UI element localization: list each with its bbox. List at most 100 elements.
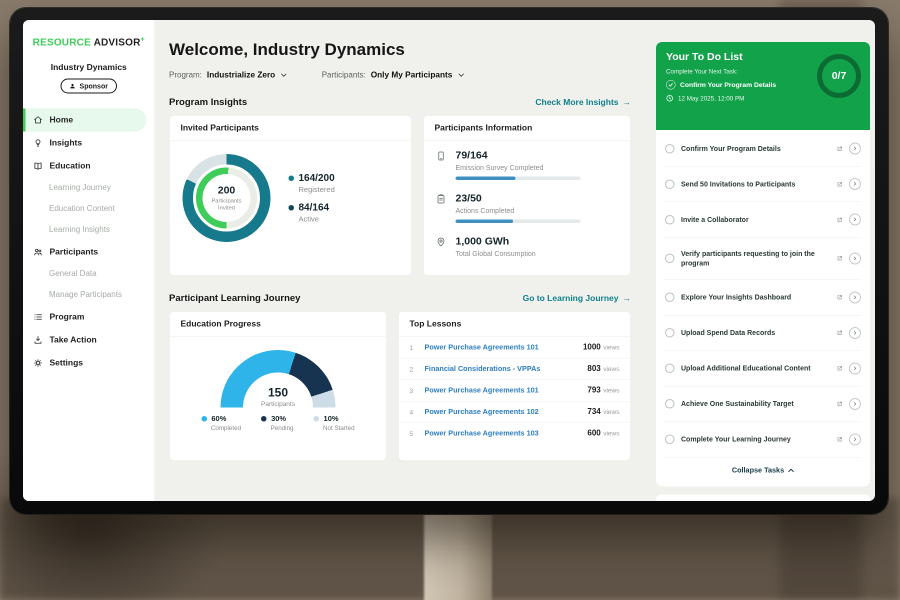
active-value: 84/164 bbox=[299, 202, 330, 214]
org-name: Industry Dynamics bbox=[23, 62, 155, 72]
legend-active: 84/164 Active bbox=[289, 202, 335, 224]
chevron-right-button[interactable]: › bbox=[849, 362, 861, 374]
sidebar-item-manage-participants[interactable]: Manage Participants bbox=[23, 284, 155, 305]
sidebar-item-education-content[interactable]: Education Content bbox=[23, 198, 155, 219]
task-row[interactable]: Invite a Collaborator › bbox=[664, 202, 862, 238]
sidebar-item-learning-journey[interactable]: Learning Journey bbox=[23, 177, 155, 198]
pending-dot bbox=[261, 416, 267, 422]
task-checkbox[interactable] bbox=[665, 144, 675, 154]
invited-donut-center: 200 Participants Invited bbox=[203, 174, 251, 222]
lesson-views-unit: views bbox=[603, 430, 619, 438]
sidebar-item-settings[interactable]: Settings bbox=[23, 351, 155, 374]
program-select-value: Industrialize Zero bbox=[207, 71, 275, 81]
chevron-up-icon bbox=[788, 468, 794, 472]
task-row[interactable]: Explore Your Insights Dashboard › bbox=[664, 280, 862, 316]
lesson-link[interactable]: Financial Considerations - VPPAs bbox=[425, 365, 588, 373]
external-link-icon bbox=[837, 181, 843, 187]
external-link-icon bbox=[837, 146, 843, 152]
pending-value: 30% bbox=[271, 415, 286, 424]
chevron-right-button[interactable]: › bbox=[849, 214, 861, 226]
task-checkbox[interactable] bbox=[665, 399, 675, 409]
actions-completed-label: Actions Completed bbox=[456, 207, 581, 215]
learning-journey-cards: Education Progress 150 Participants bbox=[169, 311, 631, 461]
chevron-right-button[interactable]: › bbox=[849, 433, 861, 445]
page-title: Welcome, Industry Dynamics bbox=[169, 40, 631, 60]
people-icon bbox=[33, 247, 43, 257]
task-row[interactable]: Achieve One Sustainability Target › bbox=[664, 386, 862, 422]
logo-resource: RESOURCE bbox=[33, 37, 91, 48]
sidebar: RESOURCE ADVISOR+ Industry Dynamics Spon… bbox=[23, 20, 155, 501]
task-checkbox[interactable] bbox=[665, 293, 675, 303]
external-link-icon bbox=[837, 295, 843, 301]
sidebar-item-education[interactable]: Education bbox=[23, 154, 155, 177]
lesson-views-unit: views bbox=[603, 344, 619, 352]
program-insights-cards: Invited Participants 200 Participants In… bbox=[169, 115, 631, 276]
participants-select[interactable]: Participants: Only My Participants bbox=[322, 71, 464, 81]
chevron-right-button[interactable]: › bbox=[849, 291, 861, 303]
lesson-views-value: 1000 bbox=[583, 343, 601, 352]
task-row[interactable]: Verify participants requesting to join t… bbox=[664, 238, 862, 280]
program-select[interactable]: Program: Industrialize Zero bbox=[169, 71, 287, 81]
task-checkbox[interactable] bbox=[665, 328, 675, 338]
sidebar-item-take-action[interactable]: Take Action bbox=[23, 328, 155, 351]
sidebar-item-participants[interactable]: Participants bbox=[23, 240, 155, 263]
check-more-insights-link[interactable]: Check More Insights → bbox=[535, 98, 631, 108]
task-checkbox[interactable] bbox=[665, 179, 675, 189]
task-row[interactable]: Send 50 Invitations to Participants › bbox=[664, 167, 862, 203]
external-link-icon bbox=[837, 256, 843, 262]
actions-completed-progressbar bbox=[456, 220, 581, 224]
sidebar-item-program[interactable]: Program bbox=[23, 305, 155, 328]
clock-icon bbox=[666, 95, 674, 103]
chevron-right-button[interactable]: › bbox=[849, 398, 861, 410]
todo-next-task: Confirm Your Program Details bbox=[680, 81, 776, 89]
participants-select-label: Participants: bbox=[322, 71, 366, 80]
external-link-icon bbox=[837, 366, 843, 372]
education-progress-card: Education Progress 150 Participants bbox=[169, 311, 387, 461]
chevron-down-icon bbox=[458, 74, 464, 78]
task-row[interactable]: Complete Your Learning Journey › bbox=[664, 422, 862, 458]
sidebar-item-label: Take Action bbox=[50, 335, 97, 345]
program-insights-header: Program Insights Check More Insights → bbox=[169, 97, 631, 108]
chevron-right-button[interactable]: › bbox=[849, 143, 861, 155]
active-dot bbox=[289, 205, 295, 211]
task-row[interactable]: Confirm Your Program Details › bbox=[664, 131, 862, 167]
global-consumption-value: 1,000 GWh bbox=[456, 236, 536, 248]
sidebar-item-home[interactable]: Home bbox=[23, 108, 147, 131]
lesson-link[interactable]: Power Purchase Agreements 101 bbox=[425, 344, 583, 352]
lesson-rank: 2 bbox=[410, 365, 425, 373]
sidebar-nav: Home Insights Education Learning Journey… bbox=[23, 108, 155, 374]
sidebar-item-label: Participants bbox=[50, 247, 99, 257]
program-insights-title: Program Insights bbox=[169, 97, 247, 108]
invited-donut-chart: 200 Participants Invited bbox=[183, 154, 271, 242]
check-more-insights-label: Check More Insights bbox=[535, 98, 618, 108]
go-to-learning-journey-link[interactable]: Go to Learning Journey → bbox=[523, 294, 631, 304]
lesson-link[interactable]: Power Purchase Agreements 103 bbox=[425, 430, 588, 438]
lesson-link[interactable]: Power Purchase Agreements 102 bbox=[425, 408, 588, 416]
external-link-icon bbox=[837, 217, 843, 223]
check-icon bbox=[666, 80, 676, 90]
chevron-right-button[interactable]: › bbox=[849, 252, 861, 264]
chevron-right-button[interactable]: › bbox=[849, 327, 861, 339]
task-checkbox[interactable] bbox=[665, 215, 675, 225]
task-checkbox[interactable] bbox=[665, 364, 675, 374]
sidebar-item-general-data[interactable]: General Data bbox=[23, 263, 155, 284]
lesson-link[interactable]: Power Purchase Agreements 101 bbox=[425, 387, 588, 395]
education-center-value: 150 bbox=[221, 386, 336, 400]
task-row[interactable]: Upload Additional Educational Content › bbox=[664, 351, 862, 387]
legend-registered: 164/200 Registered bbox=[289, 173, 335, 195]
lesson-views-value: 793 bbox=[587, 386, 600, 395]
filters-row: Program: Industrialize Zero Participants… bbox=[169, 71, 631, 81]
book-icon bbox=[33, 161, 43, 171]
actions-completed-progress-fill bbox=[456, 220, 514, 224]
education-legend: 60% Completed 30% Pending 10% Not Starte… bbox=[170, 415, 387, 432]
chevron-right-button[interactable]: › bbox=[849, 178, 861, 190]
task-row[interactable]: Upload Spend Data Records › bbox=[664, 315, 862, 351]
pending-label: Pending bbox=[271, 425, 294, 432]
task-checkbox[interactable] bbox=[665, 254, 675, 264]
sidebar-item-insights[interactable]: Insights bbox=[23, 131, 155, 154]
sidebar-item-learning-insights[interactable]: Learning Insights bbox=[23, 219, 155, 240]
task-checkbox[interactable] bbox=[665, 435, 675, 445]
collapse-tasks-link[interactable]: Collapse Tasks bbox=[664, 457, 862, 482]
learning-journey-header: Participant Learning Journey Go to Learn… bbox=[169, 293, 631, 304]
global-consumption-label: Total Global Consumption bbox=[456, 250, 536, 258]
